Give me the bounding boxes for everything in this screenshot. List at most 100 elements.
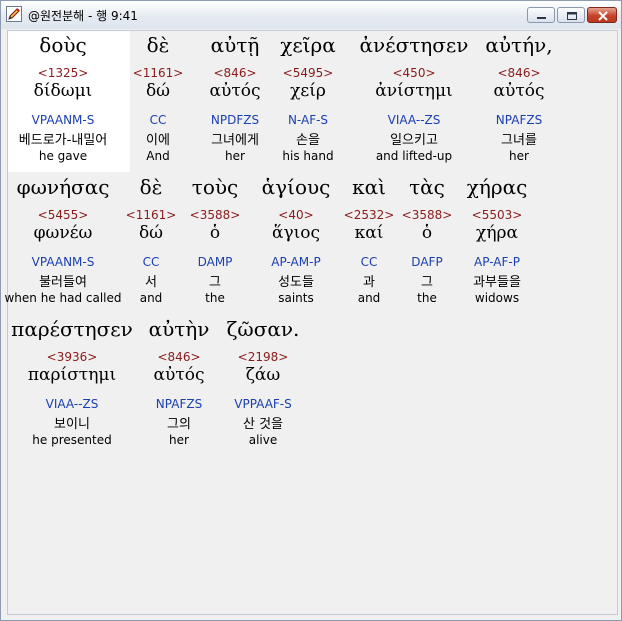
word-korean-gloss: 이에 — [146, 133, 170, 148]
interlinear-content: δοὺς <1325> δίδωμι VPAANM-S 베드로가-내밀어 he gave δ… — [4, 30, 618, 615]
word-lemma: παρίστημι — [27, 365, 117, 385]
word-strong-number: <1325> — [37, 66, 89, 80]
word-lemma: δίδωμι — [33, 81, 93, 101]
word-morphology-code: VPAANM-S — [31, 113, 95, 127]
word-lemma: ὁ — [209, 223, 221, 243]
word-lemma: ἅγιος — [271, 223, 321, 243]
word-morphology-code: NPAFZS — [495, 113, 543, 127]
word-greek: χεῖρα — [280, 33, 336, 57]
word-korean-gloss: 서 — [145, 275, 157, 290]
word-english-gloss: he gave — [38, 149, 88, 163]
word-greek: ἀνέστησεν — [359, 33, 469, 57]
maximize-icon — [567, 12, 577, 20]
word-morphology-code: VIAA--ZS — [387, 113, 441, 127]
word-strong-number: <1161> — [125, 208, 177, 222]
word-greek: ζῶσαν. — [226, 317, 300, 341]
word-korean-gloss: 손을 — [296, 133, 320, 148]
word-morphology-code: CC — [149, 113, 167, 127]
word-lemma: δώ — [145, 81, 171, 101]
pencil-app-icon[interactable] — [6, 6, 22, 22]
word-morphology-code: NPAFZS — [155, 397, 203, 411]
minimize-button[interactable] — [527, 7, 555, 23]
word-morphology-code: N-AF-S — [287, 113, 329, 127]
word-korean-gloss: 과부들을 — [473, 275, 521, 290]
word-lemma: αὐτός — [153, 365, 205, 385]
word-korean-gloss: 베드로가-내밀어 — [18, 133, 108, 148]
word-greek: δὲ — [139, 175, 163, 199]
word-greek: αὐτῇ — [210, 33, 260, 57]
word-korean-gloss: 그 — [421, 275, 433, 290]
word-korean-gloss: 산 것을 — [242, 417, 284, 432]
word-english-gloss: his hand — [282, 149, 334, 163]
close-button[interactable] — [587, 7, 617, 23]
word-strong-number: <5455> — [37, 208, 89, 222]
word-strong-number: <40> — [278, 208, 314, 222]
word-korean-gloss: 일으키고 — [390, 133, 438, 148]
word-korean-gloss: 보이니 — [54, 417, 90, 432]
word-greek: ἁγίους — [261, 175, 331, 199]
maximize-button[interactable] — [557, 7, 585, 23]
word-english-gloss: her — [225, 149, 245, 163]
word-strong-number: <5503> — [471, 208, 523, 222]
word-korean-gloss: 성도들 — [278, 275, 314, 290]
title-bar[interactable]: @원전분해 - 행 9:41 — [1, 1, 621, 29]
word-korean-gloss: 그녀를 — [501, 133, 537, 148]
word-strong-number: <3588> — [401, 208, 453, 222]
word-english-gloss: her — [509, 149, 529, 163]
word-morphology-code: AP-AM-P — [271, 255, 321, 269]
word-english-gloss: and — [139, 291, 163, 305]
word-lemma: ζάω — [245, 365, 281, 385]
word-korean-gloss: 그 — [209, 275, 221, 290]
word-morphology-code: VPAANM-S — [31, 255, 95, 269]
word-greek: δὲ — [146, 33, 170, 57]
word-strong-number: <846> — [213, 66, 257, 80]
word-korean-gloss: 그녀에게 — [211, 133, 259, 148]
word-strong-number: <846> — [497, 66, 541, 80]
word-greek: αὐτὴν — [148, 317, 210, 341]
word-english-gloss: alive — [248, 433, 278, 447]
word-morphology-code: CC — [360, 255, 378, 269]
word-strong-number: <5495> — [282, 66, 334, 80]
app-window: @원전분해 - 행 9:41 δοὺς <1325> δίδωμι VPAANM-S 베… — [0, 0, 622, 621]
word-strong-number: <1161> — [132, 66, 184, 80]
word-lemma: χήρα — [476, 223, 518, 243]
word-korean-gloss: 불러들여 — [39, 275, 87, 290]
word-morphology-code: CC — [142, 255, 160, 269]
word-lemma: αὐτός — [209, 81, 261, 101]
word-english-gloss: when he had called — [4, 291, 122, 305]
word-english-gloss: her — [169, 433, 189, 447]
word-english-gloss: widows — [474, 291, 520, 305]
word-strong-number: <3588> — [189, 208, 241, 222]
word-greek: παρέστησεν — [11, 317, 133, 341]
word-strong-number: <2198> — [237, 350, 289, 364]
word-morphology-code: DAMP — [197, 255, 233, 269]
word-morphology-code: VIAA--ZS — [45, 397, 99, 411]
word-greek: φωνήσας — [16, 175, 110, 199]
word-strong-number: <846> — [157, 350, 201, 364]
word-english-gloss: and lifted-up — [375, 149, 453, 163]
word-korean-gloss: 과 — [363, 275, 375, 290]
word-strong-number: <3936> — [46, 350, 98, 364]
word-greek: δοὺς — [39, 33, 87, 57]
word-morphology-code: VPPAAF-S — [234, 397, 292, 411]
word-greek: αὐτήν, — [485, 33, 553, 57]
word-lemma: φωνέω — [33, 223, 93, 243]
word-english-gloss: and — [357, 291, 381, 305]
word-lemma: ὁ — [421, 223, 433, 243]
word-strong-number: <450> — [392, 66, 436, 80]
word-greek: τὰς — [409, 175, 445, 199]
word-lemma: ἀνίστημι — [375, 81, 453, 101]
word-english-gloss: the — [205, 291, 225, 305]
word-strong-number: <2532> — [343, 208, 395, 222]
word-greek: χήρας — [466, 175, 528, 199]
word-morphology-code: DAFP — [411, 255, 443, 269]
word-english-gloss: saints — [278, 291, 314, 305]
word-lemma: αὐτός — [493, 81, 545, 101]
close-icon — [598, 11, 608, 21]
word-greek: καὶ — [352, 175, 386, 199]
minimize-icon — [537, 17, 546, 19]
word-english-gloss: the — [417, 291, 437, 305]
word-morphology-code: NPDFZS — [210, 113, 260, 127]
word-lemma: δώ — [138, 223, 164, 243]
window-title: @원전분해 - 행 9:41 — [28, 9, 138, 23]
